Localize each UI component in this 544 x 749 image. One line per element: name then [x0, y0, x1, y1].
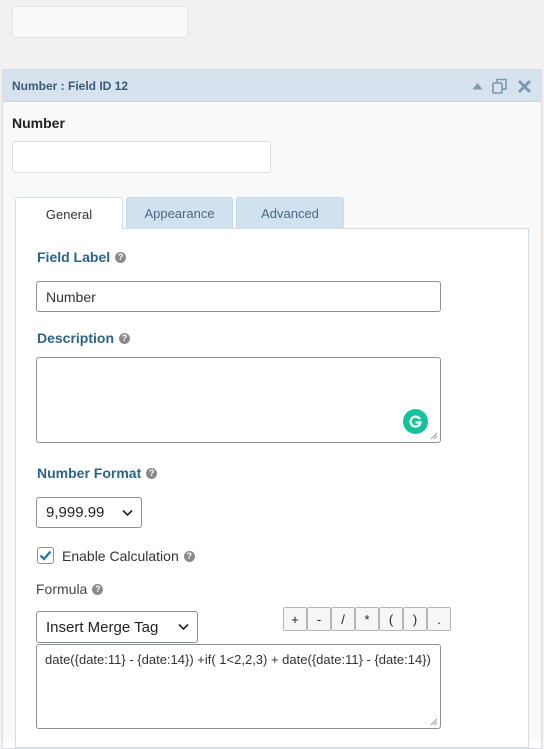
panel-title: Number : Field ID 12	[12, 79, 129, 93]
field-label-heading: Field Label ?	[37, 249, 127, 265]
operator-multiply-button[interactable]: *	[355, 607, 379, 631]
enable-calculation-label: Enable Calculation ?	[62, 548, 195, 564]
formula-textarea[interactable]: date({date:11} - {date:14}) +if( 1<2,2,3…	[36, 644, 441, 729]
operator-dot-button[interactable]: .	[427, 607, 451, 631]
enable-calculation-text: Enable Calculation	[62, 548, 179, 564]
number-format-heading: Number Format ?	[37, 465, 158, 481]
grammarly-icon[interactable]	[403, 409, 428, 434]
help-icon[interactable]: ?	[146, 467, 158, 479]
operator-minus-button[interactable]: -	[307, 607, 331, 631]
help-icon[interactable]: ?	[119, 332, 131, 344]
number-format-selected: 9,999.99	[46, 504, 105, 521]
tab-general[interactable]: General	[15, 197, 123, 230]
checkmark-icon	[39, 550, 52, 561]
operator-open-paren-button[interactable]: (	[379, 607, 403, 631]
insert-merge-tag-select[interactable]: Insert Merge Tag	[36, 611, 198, 643]
formula-label: Formula ?	[36, 581, 104, 597]
chevron-down-icon	[178, 623, 189, 631]
description-heading: Description ?	[37, 330, 131, 346]
resize-grip-icon[interactable]	[430, 718, 438, 726]
field-preview-label: Number	[12, 115, 65, 131]
description-textarea[interactable]	[36, 357, 441, 443]
resize-grip-icon[interactable]	[430, 432, 438, 440]
collapse-arrow-icon[interactable]	[470, 77, 484, 95]
field-label-value: Number	[46, 288, 96, 305]
tab-advanced[interactable]: Advanced	[236, 197, 344, 229]
tab-appearance[interactable]: Appearance	[126, 197, 233, 229]
description-heading-text: Description	[37, 330, 115, 346]
operator-plus-button[interactable]: +	[283, 607, 307, 631]
number-format-select[interactable]: 9,999.99	[36, 497, 142, 528]
field-preview-input[interactable]	[12, 141, 271, 173]
field-label-input[interactable]: Number	[36, 281, 441, 312]
chevron-down-icon	[122, 509, 133, 516]
close-icon[interactable]	[516, 77, 532, 95]
operator-close-paren-button[interactable]: )	[403, 607, 427, 631]
operator-divide-button[interactable]: /	[331, 607, 355, 631]
help-icon[interactable]: ?	[92, 583, 104, 595]
enable-calculation-checkbox[interactable]	[37, 547, 54, 564]
help-icon[interactable]: ?	[115, 251, 127, 263]
field-label-heading-text: Field Label	[37, 249, 111, 265]
formula-label-text: Formula	[36, 581, 88, 597]
formula-value: date({date:11} - {date:14}) +if( 1<2,2,3…	[45, 652, 431, 667]
merge-tag-selected: Insert Merge Tag	[46, 618, 159, 636]
duplicate-icon[interactable]	[490, 77, 510, 95]
number-format-heading-text: Number Format	[37, 465, 142, 481]
previous-field-input[interactable]	[12, 6, 188, 38]
help-icon[interactable]: ?	[183, 550, 195, 562]
